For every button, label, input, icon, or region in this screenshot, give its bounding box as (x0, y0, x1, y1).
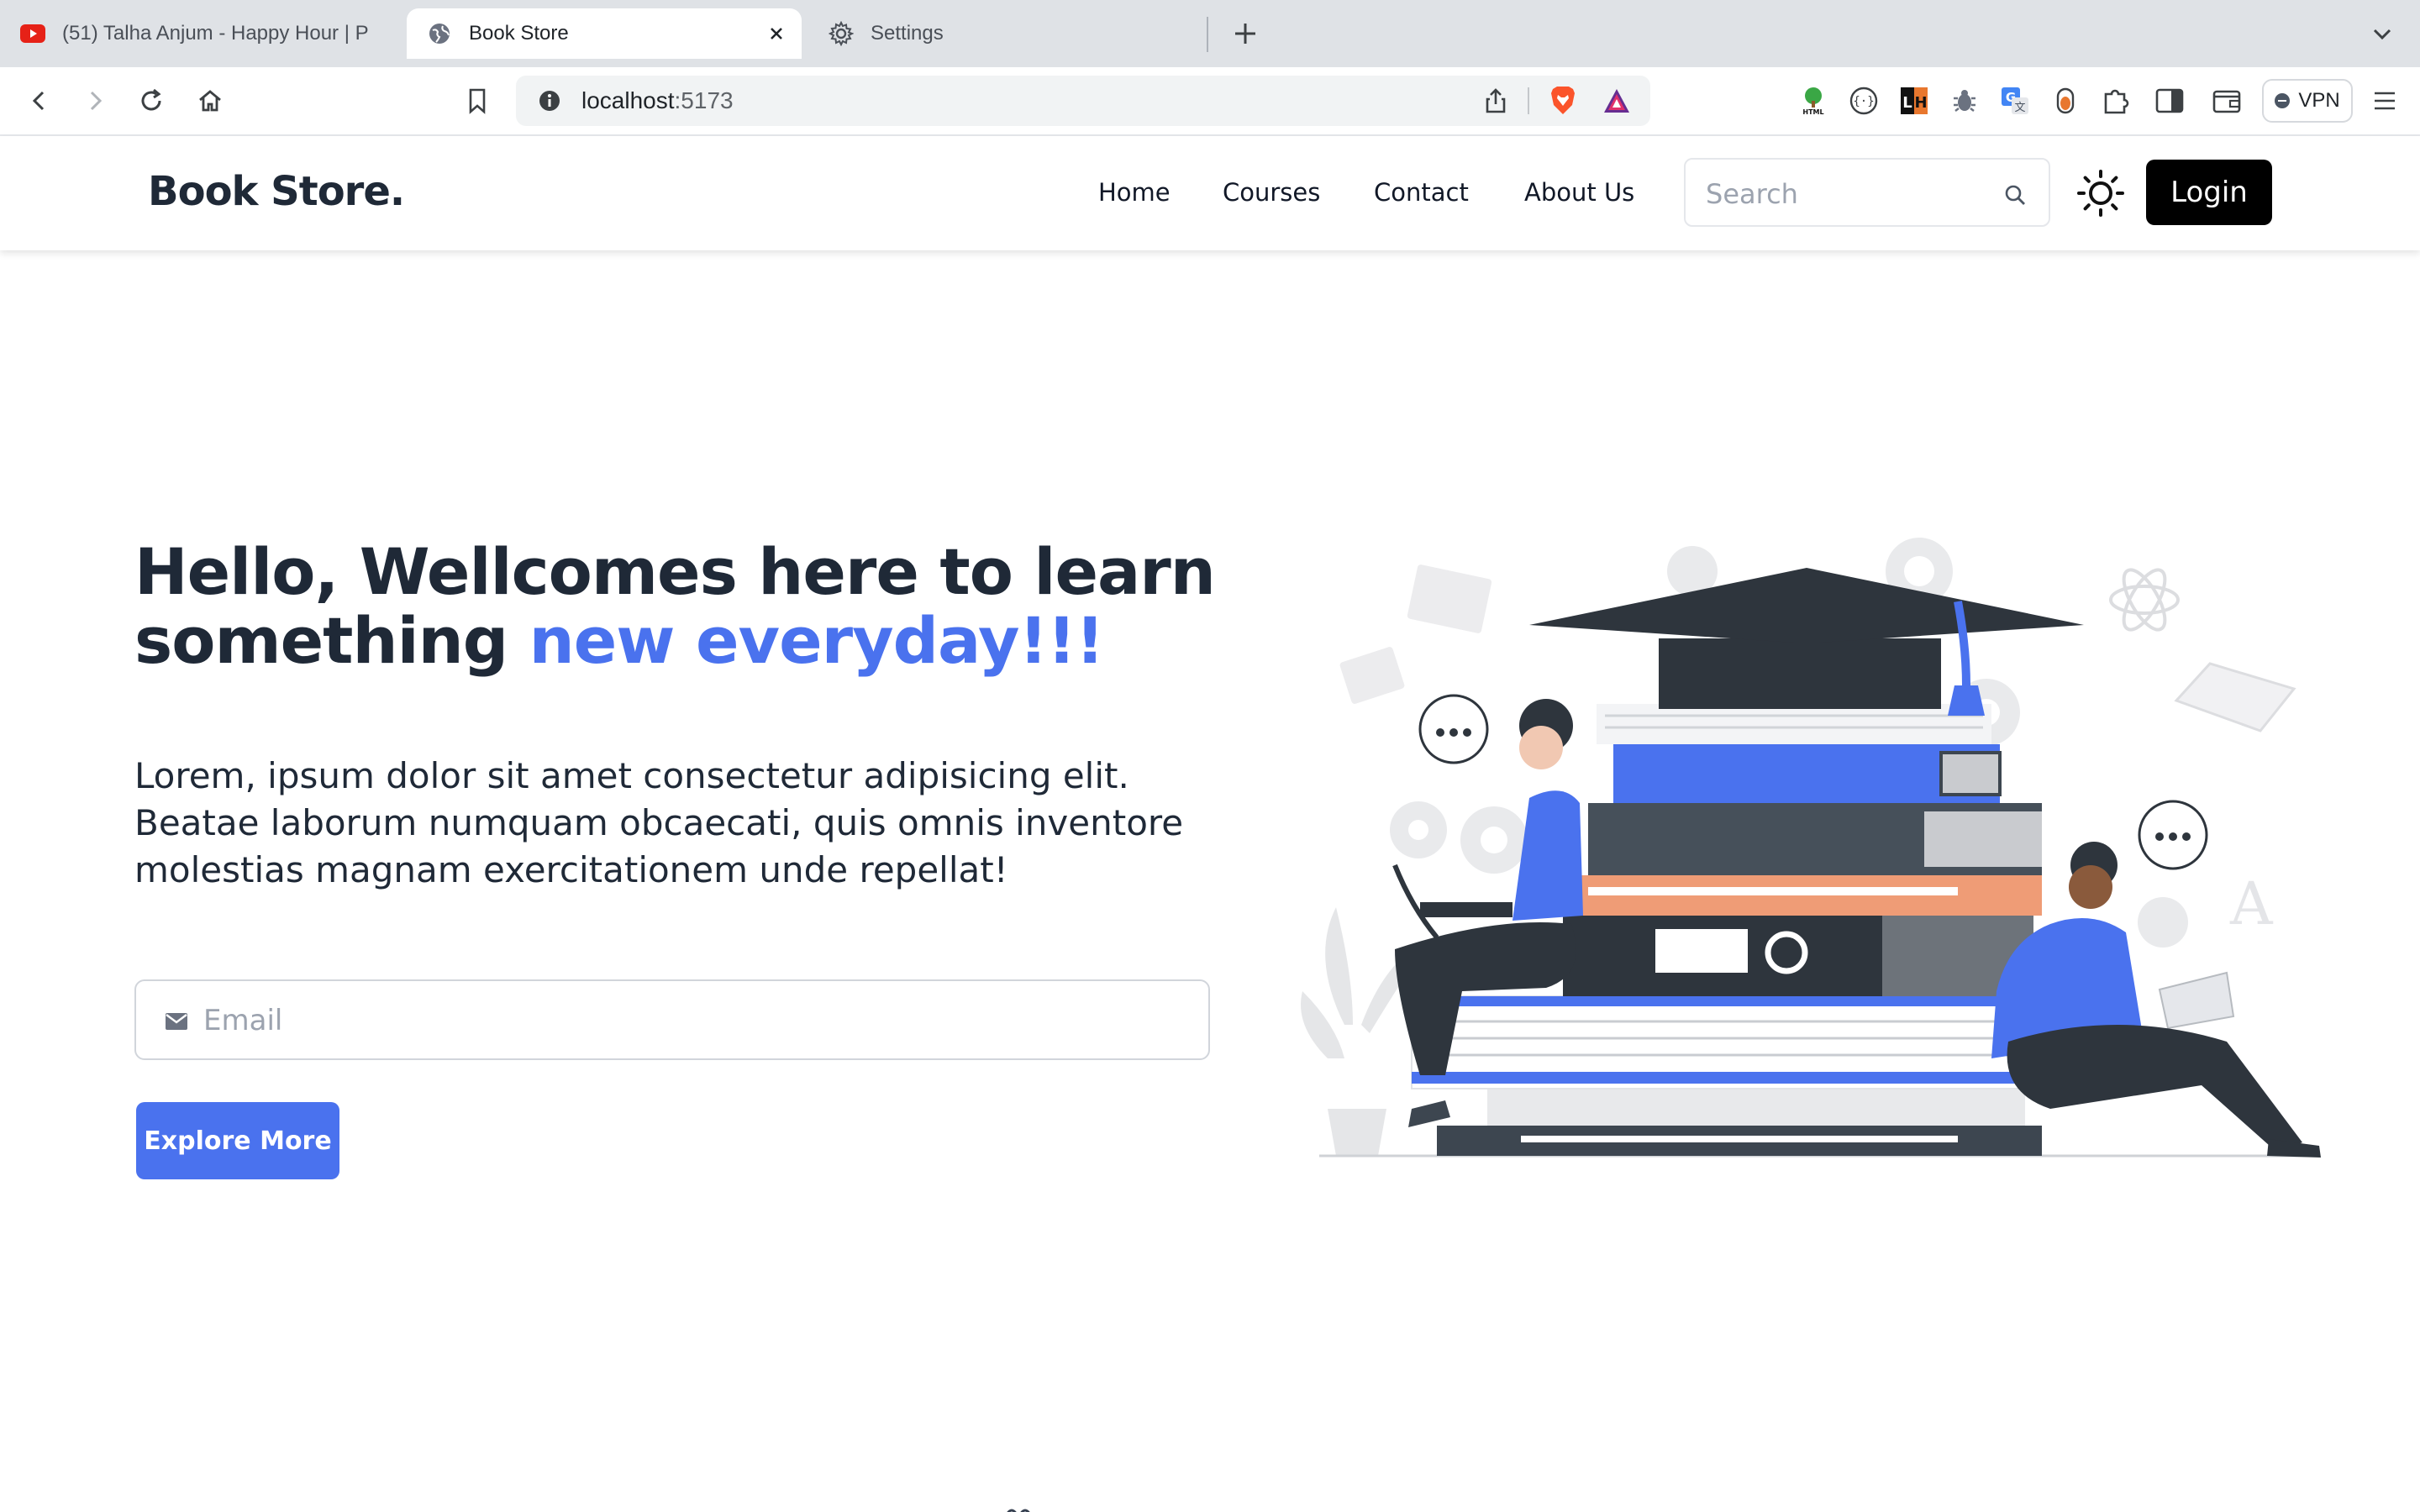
brave-rewards-icon[interactable] (1600, 84, 1634, 118)
vpn-button[interactable]: VPN (2262, 79, 2353, 123)
svg-text:H: H (1914, 94, 1927, 112)
email-field (134, 979, 1210, 1060)
address-bar[interactable]: localhost:5173 (516, 76, 1650, 126)
menu-icon[interactable] (2368, 84, 2402, 118)
translate-icon[interactable]: G文 (1998, 84, 2032, 118)
new-tab-icon[interactable] (1228, 17, 1262, 50)
books-study-illustration: A (1301, 538, 2321, 1158)
hero-illustration: A (1294, 521, 2336, 1193)
partial-element (1003, 1502, 1034, 1512)
wallet-icon[interactable] (2210, 84, 2244, 118)
svg-text:{·}: {·} (1853, 95, 1874, 108)
email-input[interactable] (203, 1000, 1170, 1042)
vpn-status-icon (2275, 93, 2291, 108)
tab-title: Book Store (469, 22, 569, 45)
nav-link-about-us[interactable]: About Us (1524, 178, 1634, 207)
tab-youtube[interactable]: (51) Talha Anjum - Happy Hour | P (0, 8, 400, 59)
youtube-icon (20, 21, 45, 46)
bug-icon[interactable] (1948, 84, 1981, 118)
explore-more-button[interactable]: Explore More (136, 1102, 339, 1179)
nav-link-courses[interactable]: Courses (1223, 178, 1320, 207)
tab-settings[interactable]: Settings (808, 8, 1195, 59)
login-button[interactable]: Login (2146, 160, 2272, 225)
nav-link-home[interactable]: Home (1098, 178, 1171, 207)
html-tree-icon[interactable]: HTML (1797, 84, 1830, 118)
reload-icon[interactable] (134, 84, 168, 118)
search-box (1684, 158, 2050, 227)
theme-toggle-sun-icon[interactable] (2075, 168, 2126, 218)
hero-description: Lorem, ipsum dolor sit amet consectetur … (134, 755, 1184, 890)
brave-shields-icon[interactable] (1546, 84, 1580, 118)
puzzle-icon[interactable] (2099, 84, 2133, 118)
sidebar-icon[interactable] (2153, 84, 2186, 118)
search-icon[interactable] (2003, 183, 2027, 207)
shield-ext-icon[interactable] (2049, 84, 2082, 118)
nav-link-contact[interactable]: Contact (1374, 178, 1469, 207)
chevron-down-icon[interactable] (2368, 20, 2396, 49)
svg-text:A: A (2229, 869, 2274, 938)
url-text: localhost:5173 (581, 87, 734, 114)
close-tab-icon[interactable] (765, 22, 788, 45)
brand-logo[interactable]: Book Store. (148, 168, 405, 215)
lh-icon[interactable]: LH (1897, 84, 1931, 118)
svg-text:L: L (1902, 94, 1912, 112)
share-icon[interactable] (1479, 84, 1512, 118)
svg-text:文: 文 (2014, 102, 2025, 114)
globe-icon (427, 21, 452, 46)
code-braces-icon[interactable]: {·} (1847, 84, 1881, 118)
tab-book-store[interactable]: Book Store (407, 8, 802, 59)
gear-icon (829, 21, 854, 46)
browser-tab-bar: (51) Talha Anjum - Happy Hour | P Book S… (0, 0, 2420, 67)
vpn-label: VPN (2298, 89, 2340, 112)
search-input[interactable] (1706, 175, 1991, 213)
home-icon[interactable] (193, 84, 227, 118)
hero-title-accent: new everyday!!! (529, 603, 1105, 678)
back-icon[interactable] (22, 84, 55, 118)
site-navbar: Book Store. Home Courses Contact About U… (0, 136, 2420, 250)
svg-text:HTML: HTML (1802, 108, 1823, 116)
hero-title: Hello, Wellcomes here to learn something… (134, 538, 1311, 675)
tab-title: Settings (871, 22, 944, 45)
envelope-icon (165, 1011, 188, 1032)
forward-icon[interactable] (79, 84, 113, 118)
tab-title: (51) Talha Anjum - Happy Hour | P (62, 22, 369, 45)
bookmark-icon[interactable] (460, 84, 494, 118)
url-host: localhost (581, 87, 675, 113)
url-port: :5173 (674, 87, 734, 113)
site-info-icon[interactable] (533, 84, 566, 118)
url-divider (1528, 87, 1529, 114)
tab-separator (1207, 17, 1208, 52)
browser-toolbar: localhost:5173 HTML {·} LH G文 VPN (0, 67, 2420, 136)
